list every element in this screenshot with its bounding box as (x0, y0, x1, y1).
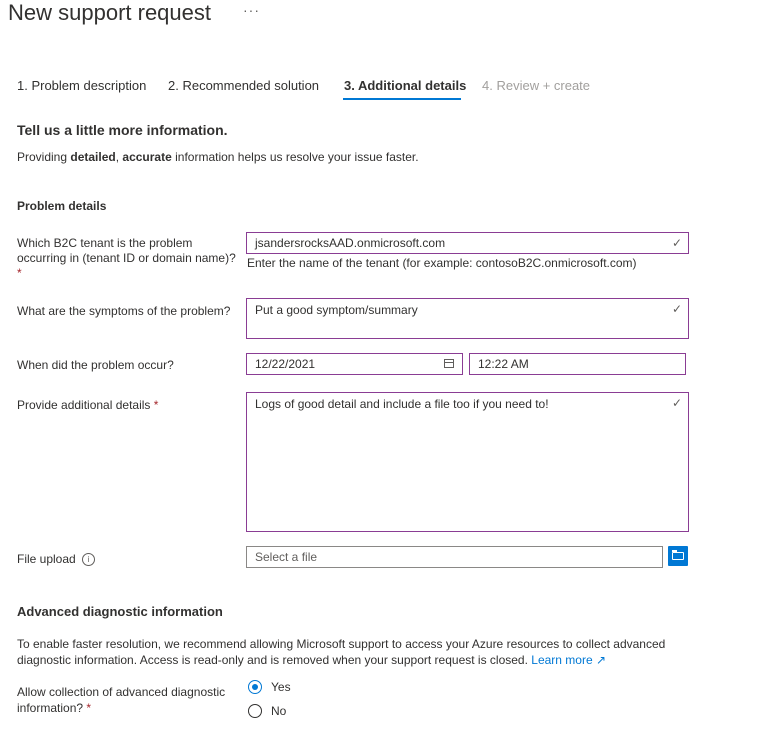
page-title: New support request (8, 0, 211, 25)
allow-collection-label: Allow collection of advanced diagnostic … (17, 685, 226, 715)
radio-yes[interactable]: Yes (248, 680, 308, 696)
active-tab-indicator (343, 98, 461, 100)
calendar-icon[interactable] (444, 359, 454, 368)
advanced-description: To enable faster resolution, we recommen… (17, 637, 666, 667)
radio-unselected-icon[interactable] (248, 704, 262, 718)
problem-details-heading: Problem details (17, 199, 107, 213)
symptoms-label: What are the symptoms of the problem? (17, 304, 231, 318)
tenant-input[interactable]: jsandersrocksAAD.onmicrosoft.com ✓ (246, 232, 689, 254)
intro-heading: Tell us a little more information. (17, 122, 228, 138)
tab-recommended-solution[interactable]: 2. Recommended solution (168, 78, 319, 93)
more-options-button[interactable]: ··· (243, 2, 260, 18)
info-icon[interactable]: i (82, 553, 95, 566)
valid-check-icon: ✓ (671, 396, 682, 410)
occurred-label: When did the problem occur? (17, 358, 174, 372)
radio-selected-icon[interactable] (248, 680, 262, 694)
advanced-diagnostic-heading: Advanced diagnostic information (17, 604, 223, 619)
date-picker[interactable]: 12/22/2021 (246, 353, 463, 375)
tab-additional-details[interactable]: 3. Additional details (344, 78, 466, 93)
radio-no[interactable]: No (248, 704, 308, 720)
tenant-label: Which B2C tenant is the problem occurrin… (17, 236, 236, 280)
intro-description: Providing detailed, accurate information… (17, 150, 419, 164)
external-link-icon: ↗ (596, 653, 607, 667)
folder-icon (672, 550, 684, 560)
symptoms-input[interactable]: Put a good symptom/summary ✓ (246, 298, 689, 339)
learn-more-link[interactable]: Learn more (531, 653, 592, 667)
browse-file-button[interactable] (668, 546, 688, 566)
valid-check-icon: ✓ (671, 236, 682, 250)
file-select-input[interactable]: Select a file (246, 546, 663, 568)
additional-details-textarea[interactable]: Logs of good detail and include a file t… (246, 392, 689, 532)
tab-review-create[interactable]: 4. Review + create (482, 78, 590, 93)
valid-check-icon: ✓ (671, 302, 682, 316)
tenant-hint: Enter the name of the tenant (for exampl… (247, 256, 637, 270)
tab-problem-description[interactable]: 1. Problem description (17, 78, 146, 93)
file-upload-label: File upload (17, 552, 76, 566)
time-picker[interactable]: 12:22 AM (469, 353, 686, 375)
additional-details-label: Provide additional details * (17, 398, 159, 412)
